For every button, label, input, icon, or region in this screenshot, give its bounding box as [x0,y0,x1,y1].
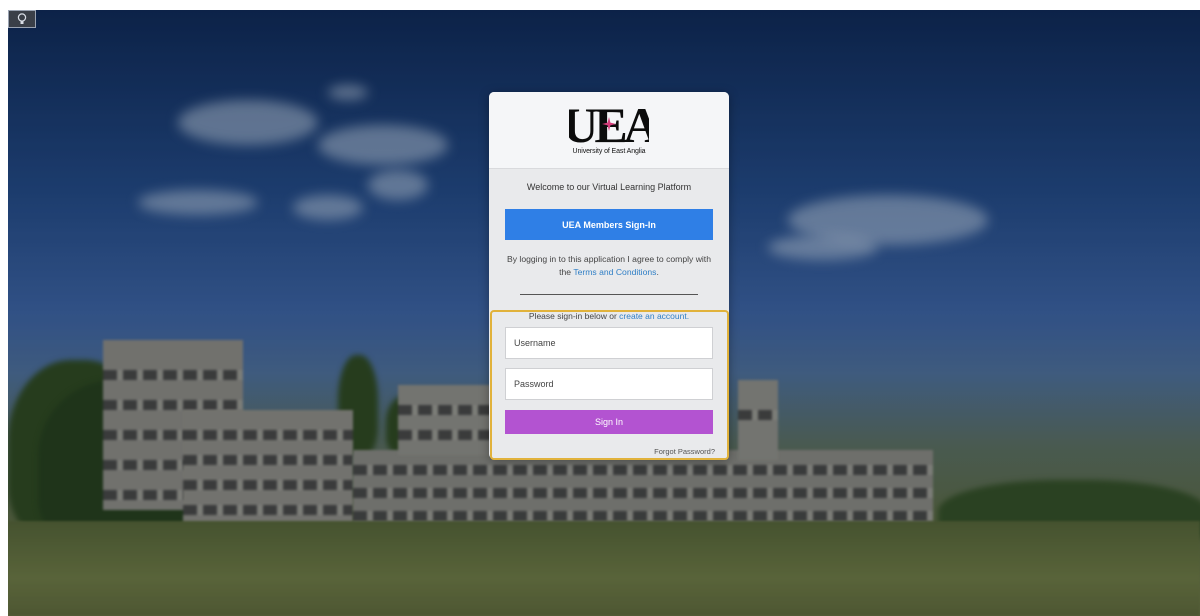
terms-agreement: By logging in to this application I agre… [505,253,713,279]
terms-link[interactable]: Terms and Conditions [573,267,656,277]
signin-section-highlight [490,310,729,460]
terms-suffix: . [656,267,659,277]
logo-university-name: University of East Anglia [572,148,646,155]
divider [520,294,698,295]
card-header: UEA University of East Anglia [489,92,729,169]
welcome-text: Welcome to our Virtual Learning Platform [526,182,692,192]
uea-members-signin-button[interactable]: UEA Members Sign-In [505,209,713,240]
lightbulb-icon[interactable] [8,10,36,28]
